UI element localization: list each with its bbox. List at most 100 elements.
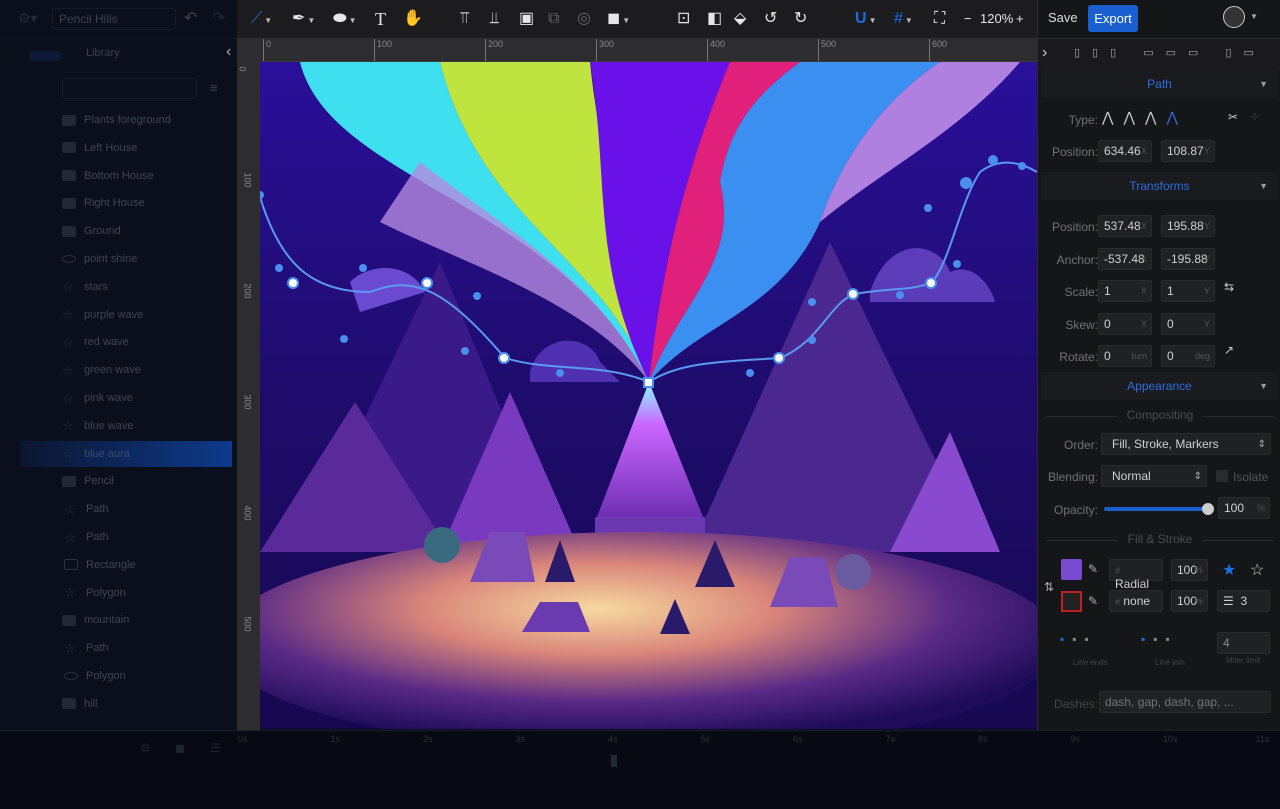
layer-item[interactable]: ☆ Path: [20, 496, 232, 522]
path-x-input[interactable]: 634.46 X: [1098, 140, 1152, 162]
undo-icon[interactable]: ↶: [184, 8, 197, 28]
tab-layers[interactable]: [30, 51, 60, 61]
line-ends-buttons[interactable]: ▪▪▪: [1060, 632, 1097, 646]
blending-select[interactable]: Normal ⇕: [1101, 465, 1207, 487]
layer-item[interactable]: ☆ Path: [20, 524, 232, 550]
redo-icon[interactable]: ↷: [212, 8, 225, 28]
stroke-swatch[interactable]: [1061, 591, 1082, 612]
menu-icon[interactable]: ⚙▾: [18, 10, 38, 27]
transform-input-a[interactable]: 537.48 X: [1098, 215, 1152, 237]
node-tool-icon[interactable]: ⟋ ▼: [251, 9, 272, 31]
favorite-star-icon[interactable]: ★: [1222, 560, 1236, 580]
sort-icon[interactable]: ≡: [210, 80, 218, 95]
transform-input-b[interactable]: -195.88 Y: [1161, 247, 1215, 270]
opacity-input[interactable]: 100%: [1218, 497, 1270, 519]
stroke-eyedropper-icon[interactable]: ✎: [1088, 594, 1098, 608]
star-outline-icon[interactable]: ☆: [1250, 560, 1264, 580]
layer-search-input[interactable]: [62, 78, 197, 99]
timeline[interactable]: ⚙ ◼ ☰ 0s 1s 2s 3s 4s 5s 6s 7s 8s 9s 10s 11s: [0, 730, 1280, 809]
layer-item[interactable]: Pencil: [20, 468, 232, 494]
layer-item[interactable]: ☆ Path: [20, 635, 232, 661]
boolean-icon[interactable]: ◼ ▼: [607, 9, 630, 31]
opacity-slider[interactable]: [1104, 507, 1208, 511]
flip-horizontal-icon[interactable]: ◧: [707, 9, 722, 29]
transform-input-b[interactable]: 0Y: [1161, 312, 1215, 335]
zoom-in-button[interactable]: +: [1016, 9, 1024, 29]
transform-input-b[interactable]: 195.88 Y: [1161, 215, 1215, 237]
layer-item[interactable]: ☆ purple wave: [20, 302, 232, 328]
layer-item[interactable]: Left House: [20, 135, 232, 161]
miter-limit-input[interactable]: 4: [1217, 632, 1270, 654]
group-icon[interactable]: ⧉: [548, 9, 559, 29]
export-button[interactable]: Export: [1088, 5, 1138, 32]
rotate-cw-icon[interactable]: ↻: [794, 9, 807, 29]
transform-input-b[interactable]: 1Y: [1161, 280, 1215, 302]
transform-input-a[interactable]: 1X: [1098, 280, 1152, 302]
keyframes-icon[interactable]: ☰: [210, 741, 221, 755]
transform-input-a[interactable]: 0X: [1098, 312, 1152, 335]
layer-item[interactable]: ☆ Polygon: [20, 580, 232, 606]
layer-item[interactable]: ☆ blue aura: [20, 440, 232, 467]
layer-item[interactable]: Ground: [20, 218, 232, 244]
section-appearance[interactable]: Appearance ▼: [1041, 372, 1278, 400]
line-join-buttons[interactable]: ▪▪▪: [1141, 632, 1178, 646]
layer-item[interactable]: ☆ pink wave: [20, 385, 232, 411]
layer-item[interactable]: ☆ blue wave: [20, 413, 232, 439]
zoom-out-button[interactable]: −: [964, 9, 972, 29]
account-dropdown-icon[interactable]: ▼: [1250, 12, 1258, 21]
avatar[interactable]: [1223, 6, 1245, 28]
transform-input-a[interactable]: -537.48 X: [1098, 247, 1152, 270]
path-y-input[interactable]: 108.87 Y: [1161, 140, 1215, 162]
dashes-input[interactable]: [1099, 691, 1271, 713]
record-icon[interactable]: ◼: [175, 741, 185, 755]
rotate-origin-icon[interactable]: ↗: [1224, 343, 1234, 357]
raise-icon[interactable]: ⫪: [460, 9, 469, 29]
stroke-value-input[interactable]: # none: [1109, 590, 1163, 612]
layer-item[interactable]: Plants foreground: [20, 107, 232, 133]
fit-view-icon[interactable]: ⛶: [934, 9, 945, 29]
pen-tool-icon[interactable]: ✒ ▼: [292, 9, 315, 31]
layer-item[interactable]: Rectangle: [20, 552, 232, 578]
transform-icon[interactable]: ⊡: [677, 9, 690, 29]
fill-value-input[interactable]: # Radial: [1109, 559, 1163, 591]
hand-tool-icon[interactable]: ✋: [403, 9, 423, 29]
playhead[interactable]: [611, 755, 617, 767]
layer-item[interactable]: Right House: [20, 190, 232, 216]
order-select[interactable]: Fill, Stroke, Markers ⇕: [1101, 433, 1271, 455]
layer-item[interactable]: Polygon: [20, 663, 232, 689]
layer-item[interactable]: ☆ red wave: [20, 329, 232, 355]
break-path-icon[interactable]: ✂: [1228, 110, 1238, 124]
link-scale-icon[interactable]: ⇆: [1224, 280, 1234, 294]
expand-icon[interactable]: ›: [1042, 44, 1047, 62]
mask-icon[interactable]: ◎: [577, 9, 591, 29]
collapse-panel-icon[interactable]: ‹: [226, 43, 231, 61]
stroke-width-input[interactable]: ☰ 3: [1217, 590, 1270, 612]
rotate-ccw-icon[interactable]: ↺: [764, 9, 777, 29]
save-button[interactable]: Save: [1048, 10, 1078, 25]
flip-vertical-icon[interactable]: ⬙: [734, 9, 746, 29]
opacity-slider-handle[interactable]: [1202, 503, 1214, 515]
layer-item[interactable]: hill: [20, 691, 232, 717]
ellipse-tool-icon[interactable]: ⬬ ▼: [333, 9, 357, 31]
fill-swatch[interactable]: [1061, 559, 1082, 580]
transform-input-b[interactable]: 0 deg: [1161, 345, 1215, 367]
layer-item[interactable]: ☆ stars: [20, 274, 232, 300]
section-transforms[interactable]: Transforms ▼: [1041, 172, 1278, 200]
settings-icon[interactable]: ⚙: [140, 741, 151, 755]
node-type-icons[interactable]: ⋀⋀⋀⋀: [1102, 109, 1188, 126]
transform-input-a[interactable]: 0 turn: [1098, 345, 1152, 367]
canvas[interactable]: [260, 62, 1037, 729]
layer-item[interactable]: mountain: [20, 607, 232, 633]
text-tool-icon[interactable]: T: [375, 9, 386, 29]
grid-icon[interactable]: # ▼: [894, 9, 913, 31]
swap-icon[interactable]: ⇅: [1044, 580, 1054, 594]
section-path[interactable]: Path ▼: [1041, 70, 1278, 98]
tab-library[interactable]: Library: [86, 47, 120, 59]
isolate-checkbox[interactable]: [1216, 470, 1228, 482]
layer-item[interactable]: ☆ green wave: [20, 357, 232, 383]
fill-eyedropper-icon[interactable]: ✎: [1088, 562, 1098, 576]
fill-alpha-input[interactable]: 100%: [1171, 559, 1208, 581]
stroke-alpha-input[interactable]: 100%: [1171, 590, 1208, 612]
layer-item[interactable]: Bottom House: [20, 163, 232, 189]
lower-icon[interactable]: ⫫: [490, 9, 499, 29]
